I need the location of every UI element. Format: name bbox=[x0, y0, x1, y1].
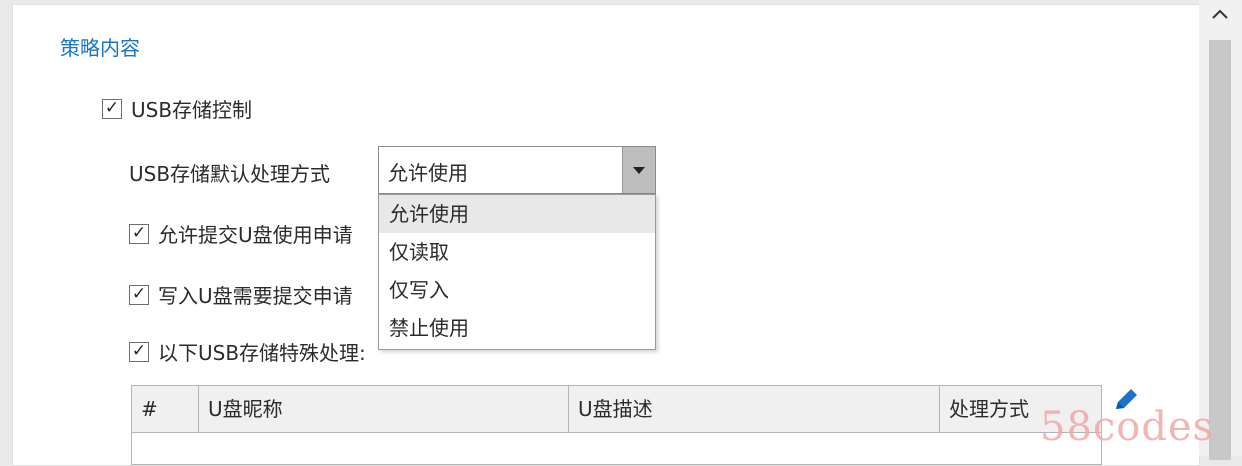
chevron-up-icon[interactable] bbox=[1211, 8, 1229, 20]
default-mode-dropdown-list: 允许使用 仅读取 仅写入 禁止使用 bbox=[378, 194, 656, 350]
scrollbar-thumb[interactable] bbox=[1209, 40, 1231, 460]
option-allow-use[interactable]: 允许使用 bbox=[379, 195, 655, 233]
default-mode-label: USB存储默认处理方式 bbox=[129, 162, 331, 186]
vertical-scrollbar[interactable] bbox=[1199, 0, 1242, 460]
check-icon: ✓ bbox=[129, 284, 149, 305]
default-mode-selected-value: 允许使用 bbox=[388, 161, 468, 185]
allow-usb-request-label: 允许提交U盘使用申请 bbox=[158, 223, 353, 247]
usb-storage-control-label: USB存储控制 bbox=[131, 98, 253, 122]
section-title: 策略内容 bbox=[60, 36, 140, 60]
watermark: 58codes bbox=[1040, 404, 1215, 450]
check-icon: ✓ bbox=[102, 98, 122, 119]
column-usb-description[interactable]: U盘描述 bbox=[569, 386, 940, 432]
default-mode-select[interactable]: 允许使用 bbox=[378, 146, 656, 194]
write-requires-request-label: 写入U盘需要提交申请 bbox=[158, 284, 353, 308]
usb-storage-control-checkbox[interactable]: ✓ USB存储控制 bbox=[102, 94, 252, 123]
column-index[interactable]: # bbox=[132, 386, 199, 432]
check-icon: ✓ bbox=[129, 341, 149, 362]
usb-special-handling-table: # U盘昵称 U盘描述 处理方式 bbox=[131, 385, 1102, 465]
write-requires-request-checkbox[interactable]: ✓ 写入U盘需要提交申请 bbox=[129, 280, 353, 309]
caret-down-icon[interactable] bbox=[622, 147, 655, 193]
option-read-only[interactable]: 仅读取 bbox=[379, 233, 655, 271]
check-icon: ✓ bbox=[129, 223, 149, 244]
allow-usb-request-checkbox[interactable]: ✓ 允许提交U盘使用申请 bbox=[129, 219, 353, 248]
column-usb-nickname[interactable]: U盘昵称 bbox=[199, 386, 569, 432]
special-handling-checkbox[interactable]: ✓ 以下USB存储特殊处理: bbox=[129, 337, 366, 366]
option-write-only[interactable]: 仅写入 bbox=[379, 271, 655, 309]
table-header: # U盘昵称 U盘描述 处理方式 bbox=[132, 386, 1101, 433]
option-disable-use[interactable]: 禁止使用 bbox=[379, 309, 655, 347]
special-handling-label: 以下USB存储特殊处理: bbox=[158, 341, 366, 365]
